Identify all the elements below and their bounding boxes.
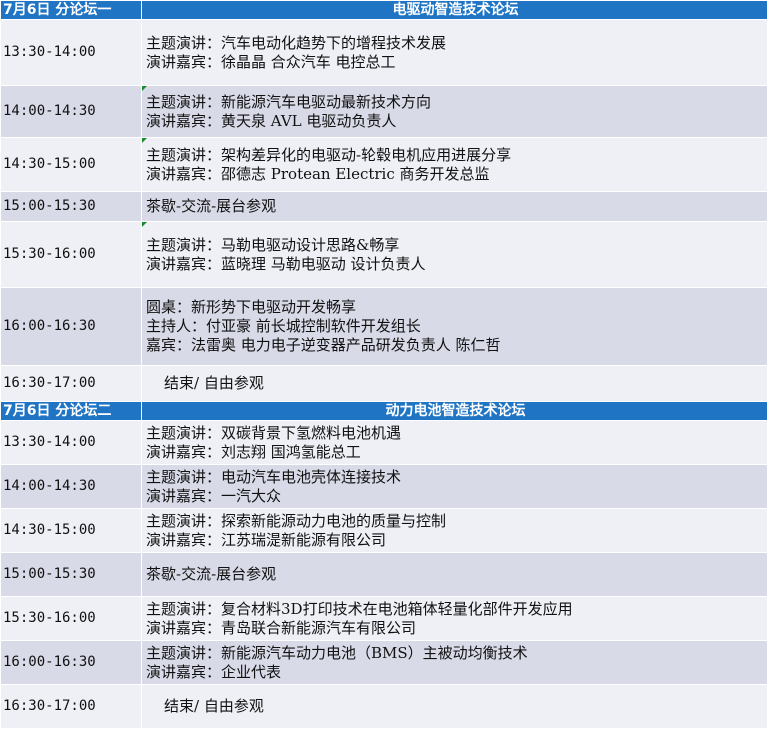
session-content: 主题演讲：架构差异化的电驱动-轮毂电机应用进展分享 演讲嘉宾：邵德志 Prote… [141, 137, 767, 192]
session-line: 演讲嘉宾：黄天泉 AVL 电驱动负责人 [146, 111, 397, 130]
session-line: 主题演讲：架构差异化的电驱动-轮毂电机应用进展分享 [146, 145, 512, 164]
session-line: 主题演讲：双碳背景下氢燃料电池机遇 [146, 423, 402, 442]
session-line: 主持人：付亚豪 前长城控制软件开发组长 [146, 317, 421, 335]
session-line: 演讲嘉宾：刘志翔 国鸿氢能总工 [146, 442, 361, 461]
session-time: 15:00-15:30 [0, 552, 142, 597]
session-line: 主题演讲：新能源汽车电驱动最新技术方向 [146, 92, 432, 111]
session-content: 主题演讲：探索新能源动力电池的质量与控制 演讲嘉宾：江苏瑞湜新能源有限公司 [141, 508, 767, 553]
session-row: 14:00-14:30 主题演讲：电动汽车电池壳体连接技术 演讲嘉宾：一汽大众 [0, 464, 767, 509]
session-content: 结束/ 自由参观 [141, 365, 767, 402]
session-time: 15:30-16:00 [0, 221, 142, 288]
session-content: 主题演讲：汽车电动化趋势下的增程技术发展 演讲嘉宾：徐晶晶 合众汽车 电控总工 [141, 19, 767, 86]
session-line: 演讲嘉宾：徐晶晶 合众汽车 电控总工 [146, 52, 396, 71]
comment-marker [142, 86, 147, 91]
session-row: 15:30-16:00 主题演讲：复合材料3D打印技术在电池箱体轻量化部件开发应… [0, 596, 767, 641]
session-content: 圆桌：新形势下电驱动开发畅享 主持人：付亚豪 前长城控制软件开发组长 嘉宾：法雷… [141, 287, 767, 366]
forum-title: 电驱动智造技术论坛 [141, 0, 767, 20]
session-row: 13:30-14:00 主题演讲：汽车电动化趋势下的增程技术发展 演讲嘉宾：徐晶… [0, 19, 767, 86]
session-line: 主题演讲：马勒电驱动设计思路&畅享 [146, 235, 400, 254]
session-time: 14:30-15:00 [0, 137, 142, 192]
session-time: 14:30-15:00 [0, 508, 142, 553]
session-content: 茶歇-交流-展台参观 [141, 552, 767, 597]
session-content: 主题演讲：马勒电驱动设计思路&畅享 演讲嘉宾：蓝晓理 马勒电驱动 设计负责人 [141, 221, 767, 288]
session-line: 嘉宾：法雷奥 电力电子逆变器产品研发负责人 陈仁哲 [146, 336, 501, 354]
forum-date-label: 7月6日 分论坛二 [0, 401, 142, 421]
session-content: 主题演讲：电动汽车电池壳体连接技术 演讲嘉宾：一汽大众 [141, 464, 767, 509]
session-line: 主题演讲：复合材料3D打印技术在电池箱体轻量化部件开发应用 [146, 599, 573, 618]
session-line: 主题演讲：汽车电动化趋势下的增程技术发展 [146, 33, 447, 52]
session-time: 16:30-17:00 [0, 684, 142, 729]
session-time: 14:00-14:30 [0, 85, 142, 138]
session-line: 结束/ 自由参观 [164, 697, 264, 715]
session-line: 演讲嘉宾：蓝晓理 马勒电驱动 设计负责人 [146, 254, 426, 273]
session-line: 演讲嘉宾：邵德志 Protean Electric 商务开发总监 [146, 164, 490, 183]
session-line: 演讲嘉宾：一汽大众 [146, 486, 282, 505]
session-row: 15:00-15:30 茶歇-交流-展台参观 [0, 552, 767, 597]
session-time: 15:30-16:00 [0, 596, 142, 641]
comment-marker [142, 222, 147, 227]
session-line: 圆桌：新形势下电驱动开发畅享 [146, 298, 357, 316]
forum-header: 7月6日 分论坛二 动力电池智造技术论坛 [0, 401, 767, 421]
session-time: 13:30-14:00 [0, 420, 142, 465]
session-time: 16:00-16:30 [0, 287, 142, 366]
session-row: 16:00-16:30 圆桌：新形势下电驱动开发畅享 主持人：付亚豪 前长城控制… [0, 287, 767, 366]
session-row: 16:30-17:00 结束/ 自由参观 [0, 684, 767, 729]
session-content: 主题演讲：新能源汽车动力电池（BMS）主被动均衡技术 演讲嘉宾：企业代表 [141, 640, 767, 685]
session-content: 结束/ 自由参观 [141, 684, 767, 729]
session-content: 主题演讲：复合材料3D打印技术在电池箱体轻量化部件开发应用 演讲嘉宾：青岛联合新… [141, 596, 767, 641]
comment-marker [142, 138, 147, 143]
session-content: 茶歇-交流-展台参观 [141, 191, 767, 222]
session-time: 16:00-16:30 [0, 640, 142, 685]
session-row: 14:00-14:30 主题演讲：新能源汽车电驱动最新技术方向 演讲嘉宾：黄天泉… [0, 85, 767, 138]
agenda-table: 7月6日 分论坛一 电驱动智造技术论坛 13:30-14:00 主题演讲：汽车电… [0, 0, 767, 729]
session-row: 16:30-17:00 结束/ 自由参观 [0, 365, 767, 402]
session-time: 15:00-15:30 [0, 191, 142, 222]
session-row: 15:00-15:30 茶歇-交流-展台参观 [0, 191, 767, 222]
session-time: 13:30-14:00 [0, 19, 142, 86]
session-time: 16:30-17:00 [0, 365, 142, 402]
session-line: 主题演讲：电动汽车电池壳体连接技术 [146, 467, 402, 486]
session-line: 结束/ 自由参观 [164, 374, 264, 392]
session-line: 茶歇-交流-展台参观 [146, 565, 277, 583]
session-content: 主题演讲：双碳背景下氢燃料电池机遇 演讲嘉宾：刘志翔 国鸿氢能总工 [141, 420, 767, 465]
session-row: 15:30-16:00 主题演讲：马勒电驱动设计思路&畅享 演讲嘉宾：蓝晓理 马… [0, 221, 767, 288]
session-row: 14:30-15:00 主题演讲：架构差异化的电驱动-轮毂电机应用进展分享 演讲… [0, 137, 767, 192]
session-content: 主题演讲：新能源汽车电驱动最新技术方向 演讲嘉宾：黄天泉 AVL 电驱动负责人 [141, 85, 767, 138]
session-row: 13:30-14:00 主题演讲：双碳背景下氢燃料电池机遇 演讲嘉宾：刘志翔 国… [0, 420, 767, 465]
forum-header: 7月6日 分论坛一 电驱动智造技术论坛 [0, 0, 767, 20]
session-line: 演讲嘉宾：企业代表 [146, 662, 282, 681]
session-line: 演讲嘉宾：江苏瑞湜新能源有限公司 [146, 530, 387, 549]
session-line: 演讲嘉宾：青岛联合新能源汽车有限公司 [146, 618, 417, 637]
session-row: 16:00-16:30 主题演讲：新能源汽车动力电池（BMS）主被动均衡技术 演… [0, 640, 767, 685]
forum-title: 动力电池智造技术论坛 [141, 401, 767, 421]
forum-date-label: 7月6日 分论坛一 [0, 0, 142, 20]
session-line: 茶歇-交流-展台参观 [146, 197, 277, 215]
session-line: 主题演讲：探索新能源动力电池的质量与控制 [146, 511, 447, 530]
session-row: 14:30-15:00 主题演讲：探索新能源动力电池的质量与控制 演讲嘉宾：江苏… [0, 508, 767, 553]
session-time: 14:00-14:30 [0, 464, 142, 509]
session-line: 主题演讲：新能源汽车动力电池（BMS）主被动均衡技术 [146, 643, 528, 662]
